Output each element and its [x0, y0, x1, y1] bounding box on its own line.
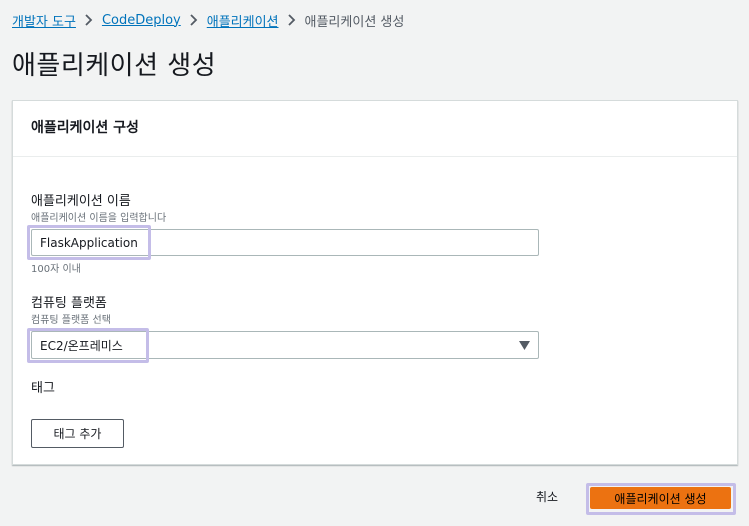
breadcrumb-codedeploy[interactable]: CodeDeploy	[102, 13, 181, 28]
page-title: 애플리케이션 생성	[12, 51, 217, 81]
panel-header: 애플리케이션 구성	[13, 101, 737, 157]
app-name-input[interactable]	[31, 229, 539, 256]
chevron-right-icon	[76, 11, 102, 29]
breadcrumb-developer-tools[interactable]: 개발자 도구	[12, 11, 76, 30]
app-name-constraint: 100자 이내	[31, 264, 81, 275]
application-config-panel: 애플리케이션 구성 애플리케이션 이름 애플리케이션 이름을 입력합니다 100…	[12, 100, 738, 465]
add-tag-button[interactable]: 태그 추가	[31, 419, 124, 448]
caret-down-icon	[519, 341, 530, 350]
breadcrumb: 개발자 도구 CodeDeploy 애플리케이션 애플리케이션 생성	[12, 11, 405, 30]
chevron-right-icon	[279, 11, 305, 29]
app-name-description: 애플리케이션 이름을 입력합니다	[31, 213, 167, 224]
platform-select[interactable]: EC2/온프레미스	[31, 331, 539, 359]
cancel-button[interactable]: 취소	[536, 488, 558, 505]
create-application-button[interactable]: 애플리케이션 생성	[590, 487, 731, 509]
breadcrumb-applications[interactable]: 애플리케이션	[207, 11, 279, 30]
chevron-right-icon	[181, 11, 207, 29]
panel-title: 애플리케이션 구성	[31, 120, 139, 136]
tags-label: 태그	[31, 381, 55, 396]
platform-description: 컴퓨팅 플랫폼 선택	[31, 315, 111, 326]
breadcrumb-current: 애플리케이션 생성	[304, 14, 405, 30]
platform-selected-value: EC2/온프레미스	[40, 339, 123, 353]
platform-label: 컴퓨팅 플랫폼	[31, 296, 107, 311]
app-name-label: 애플리케이션 이름	[31, 194, 131, 209]
